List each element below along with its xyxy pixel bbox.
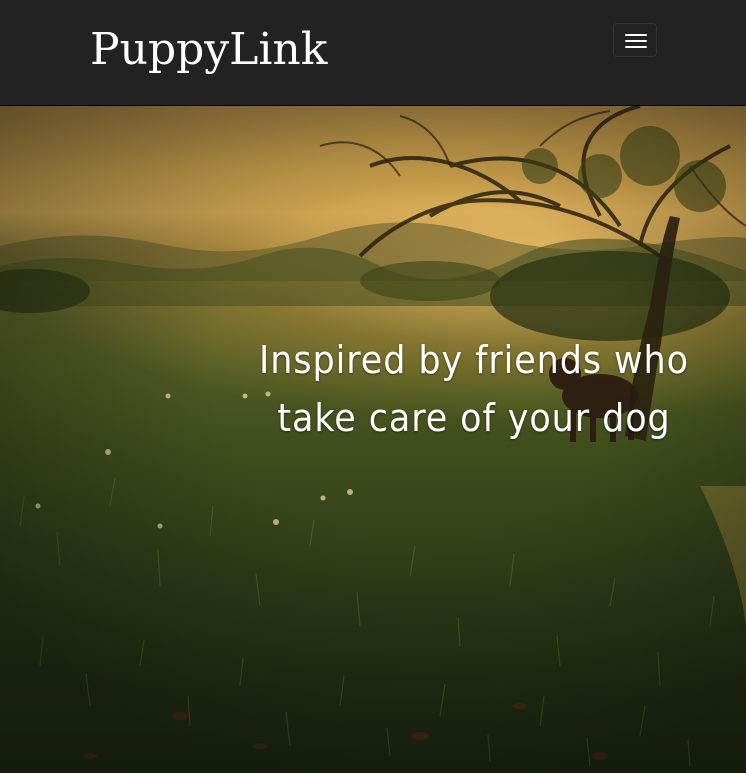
hamburger-menu-icon-bar bbox=[625, 40, 647, 42]
hero-tagline: Inspired by friends who take care of you… bbox=[259, 338, 689, 441]
navbar: PuppyLink bbox=[0, 0, 746, 106]
navbar-toggle-button[interactable] bbox=[613, 23, 657, 57]
hamburger-menu-icon-bar bbox=[625, 46, 647, 48]
brand-logo-link[interactable]: PuppyLink bbox=[90, 22, 327, 78]
hero-banner: Inspired by friends who take care of you… bbox=[0, 106, 746, 773]
hamburger-menu-icon bbox=[625, 34, 647, 36]
